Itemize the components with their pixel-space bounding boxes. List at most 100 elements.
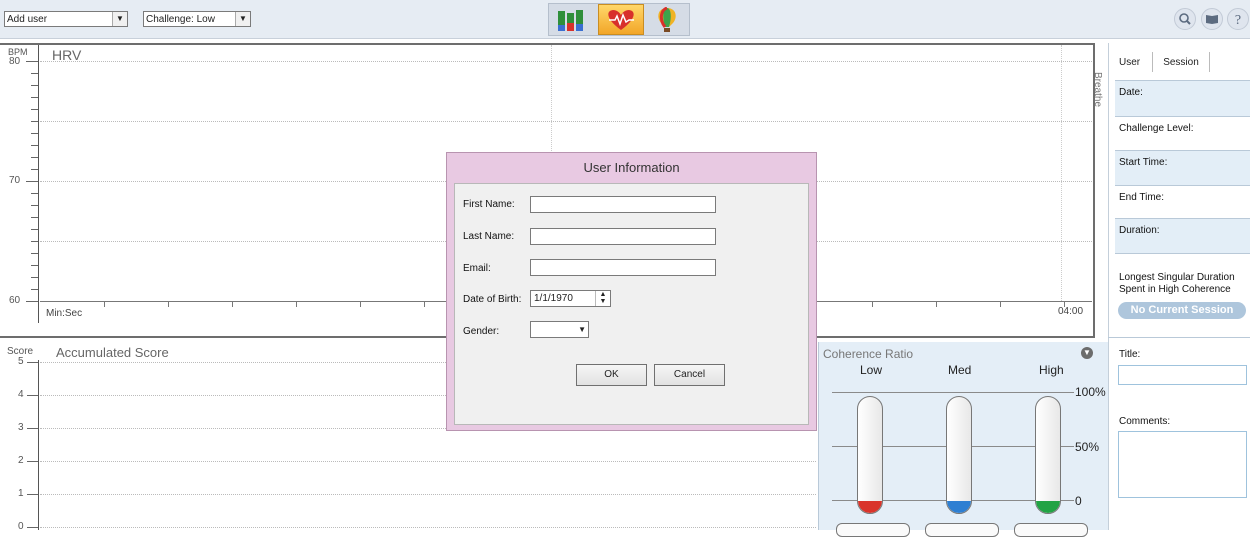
score-gridline [40,494,816,495]
hrv-y-axis [38,45,39,323]
session-challenge-level: Challenge Level: [1115,116,1250,152]
high-button[interactable] [1014,523,1088,537]
title-input[interactable] [1118,365,1247,385]
first-name-label: First Name: [463,199,515,210]
hrv-y-tick: 60 [9,295,21,306]
score-gridline [40,527,816,528]
med-button[interactable] [925,523,999,537]
score-y-tick-mark [27,395,38,396]
coherence-scale-50: 50% [1075,440,1100,454]
score-y-tick: 4 [18,389,24,400]
hrv-y-minor-tick [31,85,38,86]
hrv-x-label: Min:Sec [46,308,83,319]
hot-air-balloon-icon [658,6,676,32]
score-gridline [40,461,816,462]
coherence-scale-0: 0 [1075,494,1082,508]
hrv-gridline [40,61,1092,62]
email-label: Email: [463,263,491,274]
gender-select[interactable]: ▼ [530,321,589,338]
coherence-col-high: High [1039,363,1064,377]
hrv-y-minor-tick [31,253,38,254]
tab-user[interactable]: User [1119,57,1140,68]
hrv-y-minor-tick [26,61,38,62]
search-icon[interactable] [1174,8,1196,30]
book-icon[interactable] [1201,8,1223,30]
hrv-y-minor-tick [31,133,38,134]
low-button[interactable] [836,523,910,537]
balloon-view-button[interactable] [652,6,682,33]
hrv-y-minor-tick [26,181,38,182]
chevron-down-icon: ▼ [235,12,250,26]
comments-textarea[interactable] [1118,431,1247,498]
last-name-label: Last Name: [463,231,515,242]
comments-label: Comments: [1119,416,1171,427]
coherence-title: Coherence Ratio [823,347,914,361]
view-switcher [548,3,690,36]
bar-chart-view-button[interactable] [554,8,588,32]
longest-duration-label: Longest Singular Duration Spent in High … [1119,272,1235,295]
coherence-col-low: Low [860,363,883,377]
score-title: Accumulated Score [56,345,169,360]
collapse-icon[interactable]: ▼ [1081,347,1093,359]
hrv-top-border [0,43,1095,45]
session-start-time: Start Time: [1115,150,1250,186]
title-label: Title: [1119,349,1141,360]
hrv-y-minor-tick [31,157,38,158]
score-y-tick: 1 [18,488,24,499]
hrv-x-end: 04:00 [1058,306,1084,317]
chevron-down-icon: ▼ [578,325,586,334]
spinner-icon[interactable]: ▲ ▼ [595,291,610,306]
challenge-select-value: Challenge: Low [146,14,215,25]
session-end-time: End Time: [1115,185,1250,221]
ok-button[interactable]: OK [576,364,647,386]
med-coherence-tube [946,396,972,514]
coherence-col-med: Med [948,363,972,377]
hrv-y-unit: BPM [8,47,28,57]
gender-label: Gender: [463,326,500,337]
dob-value: 1/1/1970 [534,293,573,304]
no-session-badge: No Current Session [1118,302,1246,319]
user-select[interactable]: Add user ▼ [4,11,128,27]
hrv-y-minor-tick [31,205,38,206]
hrv-gridline [40,121,1092,122]
dob-input[interactable]: 1/1/1970 ▲ ▼ [530,290,611,307]
low-coherence-tube [857,396,883,514]
dialog-title: User Information [583,160,680,175]
bar-chart-icon [558,10,583,31]
session-date: Date: [1115,80,1250,116]
hrv-y-minor-tick [31,289,38,290]
hrv-y-minor-tick [31,169,38,170]
coherence-line-100 [832,392,1074,393]
hrv-y-minor-tick [31,193,38,194]
hrv-y-minor-tick [31,241,38,242]
hrv-y-tick: 70 [9,175,21,186]
cancel-button[interactable]: Cancel [654,364,725,386]
help-icon[interactable]: ? [1227,8,1249,30]
tab-session[interactable]: Session [1152,52,1210,72]
high-coherence-tube [1035,396,1061,514]
hrv-y-minor-tick [31,217,38,218]
score-y-tick: 3 [18,422,24,433]
last-name-input[interactable] [530,228,716,245]
hrv-y-minor-tick [31,229,38,230]
hrv-vgridline [1061,45,1062,301]
hrv-y-minor-tick [26,301,38,302]
email-input[interactable] [530,259,716,276]
first-name-input[interactable] [530,196,716,213]
session-duration: Duration: [1115,218,1250,254]
score-y-tick-mark [27,428,38,429]
heart-rhythm-icon [608,10,634,30]
breathe-label[interactable]: Breathe [1092,72,1103,107]
dob-label: Date of Birth: [463,294,522,305]
challenge-select[interactable]: Challenge: Low ▼ [143,11,251,27]
score-y-tick: 2 [18,455,24,466]
score-y-tick: 0 [18,521,24,532]
score-y-tick-mark [27,494,38,495]
hrv-y-minor-tick [31,97,38,98]
score-y-tick-mark [27,461,38,462]
score-y-tick-mark [27,362,38,363]
user-information-dialog: User Information First Name: Last Name: … [446,152,817,431]
heart-view-button[interactable] [598,4,644,35]
hrv-y-tick: 80 [9,56,21,67]
hrv-y-minor-tick [31,145,38,146]
